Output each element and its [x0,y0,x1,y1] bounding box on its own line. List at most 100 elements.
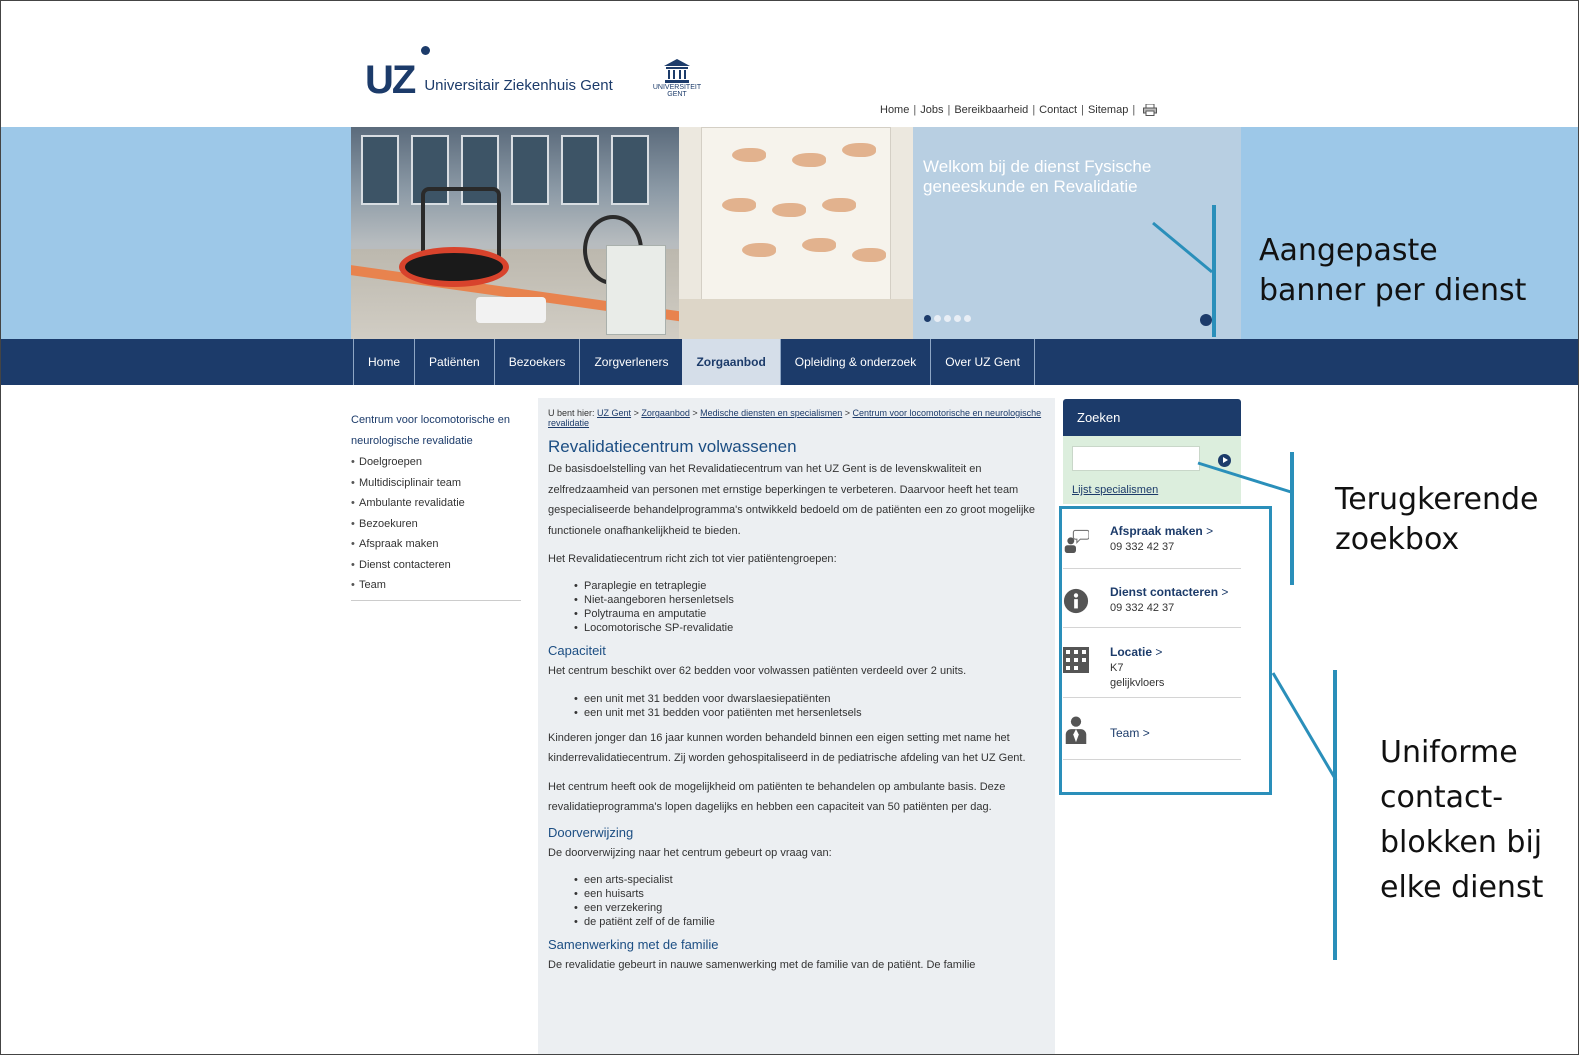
search-heading: Zoeken [1063,399,1241,436]
units-list: een unit met 31 bedden voor dwarslaesiep… [574,692,1045,720]
ugent-logo-text: UNIVERSITEIT GENT [652,84,702,98]
annotation-contact: Uniforme contact- blokken bij elke diens… [1380,730,1543,910]
nav-bezoekers[interactable]: Bezoekers [493,339,580,385]
sidebar-item-team[interactable]: Team [351,575,521,596]
main-content: U bent hier: UZ Gent > Zorgaanbod > Medi… [538,398,1055,1055]
sidebar-item-bezoekuren[interactable]: Bezoekuren [351,514,521,535]
annotation-line [1290,452,1294,585]
toplink-separator: | [1081,104,1084,116]
ugent-building-icon [664,59,690,83]
toplink-home[interactable]: Home [880,104,909,116]
annotation-line [1333,670,1337,960]
uz-logo-mark: UZ [365,58,416,102]
annotation-search: Terugkerende zoekbox [1335,480,1538,560]
toplink-bereikbaarheid[interactable]: Bereikbaarheid [954,104,1028,116]
capacity-heading: Capaciteit [548,643,606,658]
list-item: een verzekering [574,901,1045,915]
list-item: een arts-specialist [574,873,1045,887]
breadcrumb-item[interactable]: UZ Gent [597,408,631,418]
banner-photo-poster [679,127,913,339]
annotation-banner-line: Aangepaste [1259,233,1438,268]
ambulant-text: Het centrum heeft ook de mogelijkheid om… [548,780,1006,813]
annotation-contact-line: elke dienst [1380,870,1544,905]
ugent-logo[interactable]: UNIVERSITEIT GENT [652,58,702,100]
groups-intro-end: : [833,553,837,565]
annotation-search-line: zoekbox [1335,522,1460,557]
sidebar-title[interactable]: Centrum voor locomotorische en neurologi… [351,410,521,452]
nav-zorgaanbod[interactable]: Zorgaanbod [682,339,780,385]
sidebar: Centrum voor locomotorische en neurologi… [351,410,521,601]
banner-title: Welkom bij de dienst Fysische geneeskund… [923,157,1152,196]
referral-heading: Doorverwijzing [548,824,634,840]
toplink-jobs[interactable]: Jobs [920,104,943,116]
breadcrumb: U bent hier: UZ Gent > Zorgaanbod > Medi… [548,408,1042,428]
groups-intro: Het Revalidatiecentrum richt zich tot vi… [548,549,1045,569]
groups-intro-text: Het Revalidatiecentrum richt zich tot vi… [548,553,748,565]
breadcrumb-item[interactable]: Medische diensten en specialismen [700,408,842,418]
sidebar-item-ambulante-revalidatie[interactable]: Ambulante revalidatie [351,493,521,514]
nav-zorgverleners[interactable]: Zorgverleners [579,339,682,385]
uz-logo[interactable]: UZ Universitair Ziekenhuis Gent [365,46,613,102]
sidebar-item-afspraak-maken[interactable]: Afspraak maken [351,534,521,555]
annotation-banner-line: banner per dienst [1259,273,1527,308]
carousel-dot[interactable] [964,315,971,322]
children-text: Kinderen jonger dan 16 jaar kunnen worde… [548,731,1026,765]
search-input[interactable] [1072,446,1200,471]
carousel-dots [924,315,971,322]
annotation-line [1152,221,1213,274]
sidebar-item-multidisciplinair-team[interactable]: Multidisciplinair team [351,473,521,494]
patientengroepen-link[interactable]: patiëntengroepen [748,553,834,565]
hospital-name: Universitair Ziekenhuis Gent [424,77,613,94]
toplink-separator: | [947,104,951,116]
toplink-separator: | [913,104,917,116]
main-nav: Home Patiënten Bezoekers Zorgverleners Z… [353,339,1035,385]
family-heading: Samenwerking met de familie [548,937,719,952]
list-item: een unit met 31 bedden voor dwarslaesiep… [574,692,1045,706]
toplink-separator: | [1132,104,1136,116]
toplink-contact[interactable]: Contact [1039,104,1077,116]
annotation-line [1197,461,1292,494]
breadcrumb-prefix: U bent hier: [548,408,595,418]
list-item: Locomotorische SP-revalidatie [574,621,1045,635]
referral-text: De doorverwijzing naar het centrum gebeu… [548,846,832,859]
nav-opleiding[interactable]: Opleiding & onderzoek [779,339,930,385]
annotation-line [1271,672,1338,781]
breadcrumb-item[interactable]: Zorgaanbod [641,408,690,418]
page-title: Revalidatiecentrum volwassenen [548,437,797,456]
top-links: Home | Jobs | Bereikbaarheid | Contact | Sit… [880,103,1158,116]
list-item: een huisarts [574,887,1045,901]
carousel-dot[interactable] [934,315,941,322]
toplink-separator: | [1032,104,1036,116]
annotation-contact-line: Uniforme [1380,735,1518,770]
annotation-search-line: Terugkerende [1335,482,1539,517]
list-item: Polytrauma en amputatie [574,607,1045,621]
annotation-contact-box [1059,506,1272,795]
banner-carousel[interactable]: Welkom bij de dienst Fysische geneeskund… [351,127,1241,339]
carousel-dot[interactable] [924,315,931,322]
lijst-specialismen-link[interactable]: Lijst specialismen [1072,484,1158,496]
patient-groups-list: Paraplegie en tetraplegie Niet-aangebore… [574,579,1045,635]
sidebar-divider [351,599,521,601]
carousel-dot[interactable] [944,315,951,322]
print-icon[interactable] [1143,103,1158,116]
list-item: de patiënt zelf of de familie [574,915,1045,929]
referrers-list: een arts-specialist een huisarts een ver… [574,873,1045,929]
list-item: een unit met 31 bedden voor patiënten me… [574,706,1045,720]
annotation-contact-line: blokken bij [1380,825,1543,860]
uz-logo-dot [421,46,430,55]
list-item: Paraplegie en tetraplegie [574,579,1045,593]
carousel-pause-icon[interactable] [1200,314,1212,326]
nav-over-uz-gent[interactable]: Over UZ Gent [930,339,1035,385]
annotation-contact-line: contact- [1380,780,1504,815]
intro-paragraph: De basisdoelstelling van het Revalidatie… [548,463,1036,537]
toplink-sitemap[interactable]: Sitemap [1088,104,1128,116]
annotation-banner: Aangepaste banner per dienst [1259,231,1526,311]
nav-patienten[interactable]: Patiënten [414,339,494,385]
list-item: Niet-aangeboren hersenletsels [574,593,1045,607]
nav-home[interactable]: Home [353,339,414,385]
sidebar-item-doelgroepen[interactable]: Doelgroepen [351,452,521,473]
banner-photo-gym [351,127,691,339]
carousel-dot[interactable] [954,315,961,322]
sidebar-item-dienst-contacteren[interactable]: Dienst contacteren [351,555,521,576]
capacity-text: Het centrum beschikt over 62 bedden voor… [548,665,967,677]
